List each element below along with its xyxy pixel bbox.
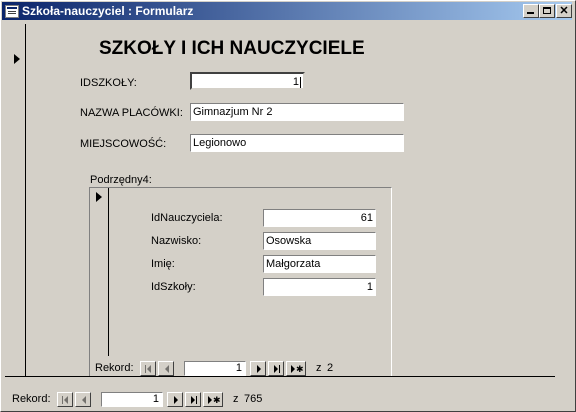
subform-previous-record-button[interactable] — [158, 361, 174, 376]
maximize-button[interactable] — [539, 4, 555, 18]
subform-nav-of-label: z — [316, 362, 322, 374]
window-title: Szkoła-nauczyciel : Formularz — [22, 4, 194, 18]
maximize-icon — [543, 7, 551, 14]
text-caret — [300, 76, 301, 88]
current-record-arrow-icon — [14, 54, 20, 64]
main-record-navigation: Rekord: 1 ✱ z 765 — [12, 392, 312, 407]
main-nav-of-label: z — [233, 393, 239, 405]
idnauczyciela-field[interactable]: 61 — [263, 209, 376, 227]
subform-nav-label: Rekord: — [95, 362, 134, 374]
minimize-icon — [527, 12, 534, 14]
main-record-number-input[interactable]: 1 — [101, 392, 163, 407]
nazwa-placowki-label: NAZWA PLACÓWKI: — [80, 107, 183, 119]
imie-field[interactable]: Małgorzata — [263, 255, 376, 273]
subform-idszkoly-label: IdSzkoły: — [151, 281, 196, 293]
idnauczyciela-label: IdNauczyciela: — [151, 212, 223, 224]
main-first-record-button[interactable] — [57, 392, 73, 407]
imie-label: Imię: — [151, 258, 175, 270]
subform-record-navigation: Rekord: 1 ✱ z 2 — [95, 361, 345, 376]
record-selector[interactable] — [5, 24, 26, 376]
close-button[interactable]: ✕ — [556, 4, 572, 18]
subform-record-selector[interactable] — [90, 188, 109, 356]
minimize-button[interactable] — [523, 4, 539, 18]
subform-label: Podrzędny4: — [90, 174, 152, 186]
close-icon: ✕ — [559, 5, 569, 17]
idszkoly-field[interactable]: 1 — [190, 72, 305, 90]
subform-current-record-arrow-icon — [96, 192, 102, 202]
main-nav-label: Rekord: — [12, 393, 51, 405]
main-last-record-button[interactable] — [185, 392, 201, 407]
form-icon — [5, 5, 19, 18]
subform-next-record-button[interactable] — [250, 361, 266, 376]
subform-first-record-button[interactable] — [140, 361, 156, 376]
idszkoly-label: IDSZKOŁY: — [80, 77, 137, 89]
form-bottom-divider — [5, 376, 555, 377]
main-previous-record-button[interactable] — [75, 392, 91, 407]
idszkoly-value: 1 — [292, 76, 299, 88]
main-nav-total: 765 — [244, 393, 263, 405]
miejscowosc-label: MIEJSCOWOŚĆ: — [80, 138, 167, 150]
main-new-record-button[interactable]: ✱ — [203, 392, 223, 407]
form-heading: SZKOŁY I ICH NAUCZYCIELE — [99, 38, 365, 59]
main-next-record-button[interactable] — [167, 392, 183, 407]
nazwisko-label: Nazwisko: — [151, 235, 202, 247]
nazwa-placowki-field[interactable]: Gimnazjum Nr 2 — [190, 103, 404, 121]
title-bar[interactable]: Szkoła-nauczyciel : Formularz ✕ — [2, 2, 572, 20]
subform-nav-total: 2 — [327, 362, 334, 374]
miejscowosc-field[interactable]: Legionowo — [190, 134, 404, 152]
subform-new-record-button[interactable]: ✱ — [286, 361, 306, 376]
subform-record-number-input[interactable]: 1 — [184, 361, 246, 376]
subform-idszkoly-field[interactable]: 1 — [263, 278, 376, 296]
nazwisko-field[interactable]: Osowska — [263, 232, 376, 250]
subform-last-record-button[interactable] — [268, 361, 284, 376]
